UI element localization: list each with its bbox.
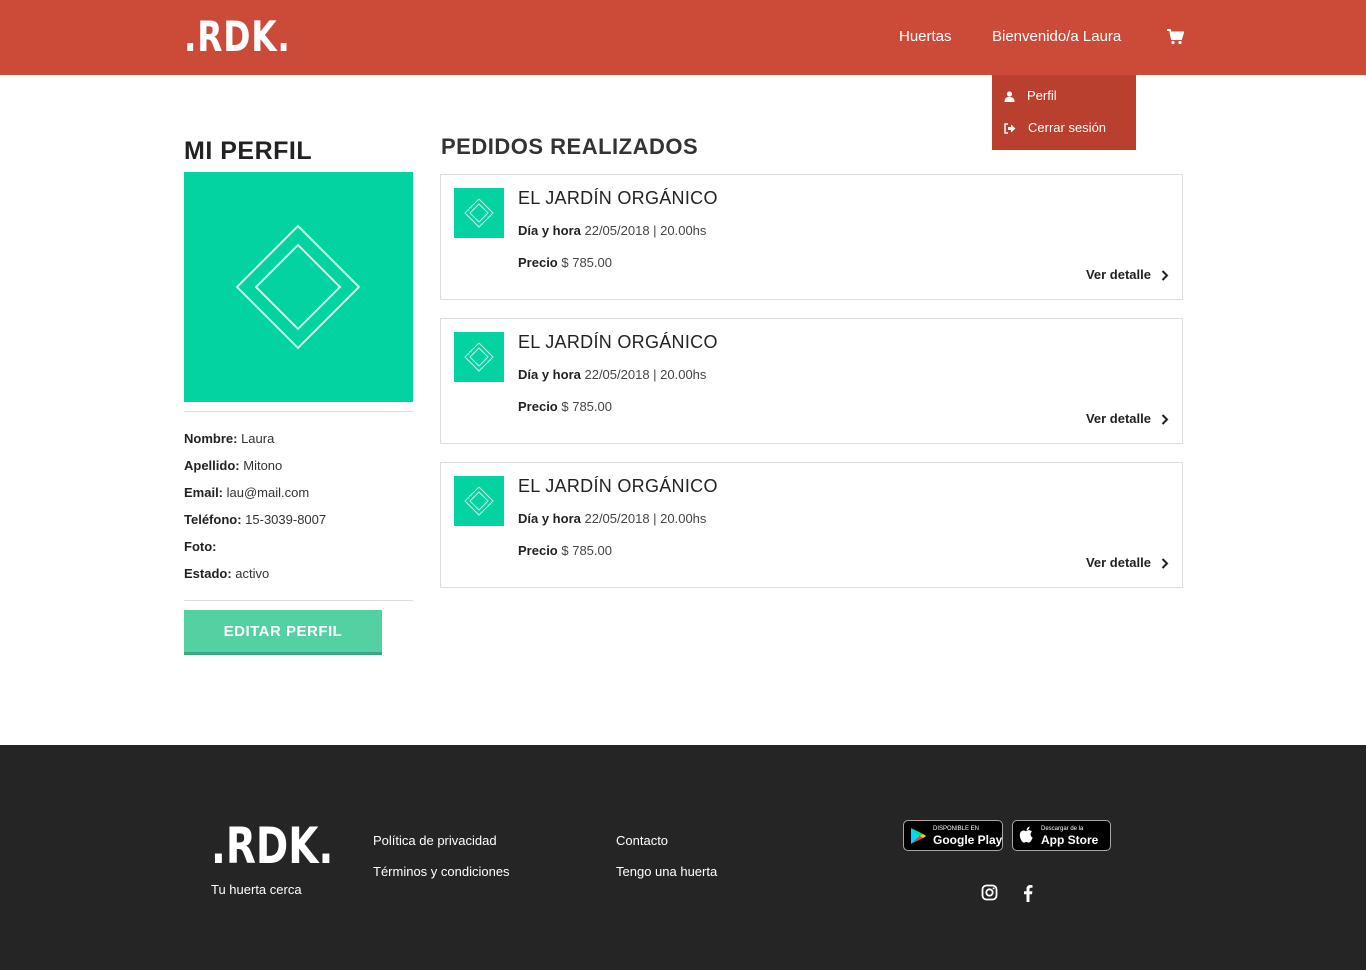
- order-price: Precio $ 785.00: [518, 255, 612, 270]
- order-title: EL JARDÍN ORGÁNICO: [518, 332, 718, 352]
- google-play-icon: [911, 828, 926, 844]
- order-card: EL JARDÍN ORGÁNICO Día y hora 22/05/2018…: [440, 174, 1183, 300]
- contact-link[interactable]: Contacto: [616, 833, 668, 849]
- app-store-badge[interactable]: Descargar de la App Store: [1012, 820, 1111, 851]
- view-detail-link[interactable]: Ver detalle: [1086, 411, 1169, 427]
- order-price: Precio $ 785.00: [518, 543, 612, 558]
- facebook-icon[interactable]: [1020, 884, 1038, 902]
- menu-item-cerrar-sesion[interactable]: Cerrar sesión: [1004, 120, 1106, 136]
- apple-icon: [1019, 826, 1033, 843]
- footer-logo[interactable]: .RDK.: [211, 817, 333, 875]
- instagram-icon[interactable]: [981, 884, 999, 902]
- order-date: Día y hora 22/05/2018 | 20.00hs: [518, 223, 707, 238]
- logout-icon: [1004, 122, 1016, 134]
- terms-link[interactable]: Términos y condiciones: [373, 864, 510, 880]
- orders-heading: PEDIDOS REALIZADOS: [441, 134, 699, 159]
- chevron-right-icon: [1161, 557, 1169, 569]
- user-dropdown-menu: [992, 75, 1136, 150]
- diamond-logo-icon: [464, 486, 494, 516]
- google-play-badge[interactable]: DISPONIBLE EN Google Play: [903, 820, 1003, 851]
- order-card: EL JARDÍN ORGÁNICO Día y hora 22/05/2018…: [440, 462, 1183, 588]
- profile-field-foto: Foto:: [184, 539, 217, 554]
- view-detail-link[interactable]: Ver detalle: [1086, 267, 1169, 283]
- view-detail-link[interactable]: Ver detalle: [1086, 555, 1169, 571]
- chevron-right-icon: [1161, 413, 1169, 425]
- diamond-logo-icon: [464, 342, 494, 372]
- menu-item-label: Cerrar sesión: [1028, 120, 1107, 135]
- profile-field-nombre: Nombre: Laura: [184, 431, 275, 446]
- order-card: EL JARDÍN ORGÁNICO Día y hora 22/05/2018…: [440, 318, 1183, 444]
- user-menu-toggle[interactable]: Bienvenido/a Laura: [992, 27, 1121, 47]
- profile-field-email: Email: lau@mail.com: [184, 485, 310, 500]
- footer: [0, 745, 1366, 970]
- profile-field-apellido: Apellido: Mitono: [184, 458, 283, 473]
- order-title: EL JARDÍN ORGÁNICO: [518, 188, 718, 208]
- own-garden-link[interactable]: Tengo una huerta: [616, 864, 717, 880]
- profile-field-estado: Estado: activo: [184, 566, 270, 581]
- nav-huertas-link[interactable]: Huertas: [899, 27, 952, 47]
- order-thumbnail: [454, 188, 504, 238]
- footer-tagline: Tu huerta cerca: [211, 882, 302, 897]
- menu-item-perfil[interactable]: Perfil: [1004, 88, 1057, 104]
- edit-profile-button[interactable]: EDITAR PERFIL: [184, 610, 382, 655]
- avatar: [184, 172, 413, 402]
- chevron-right-icon: [1161, 269, 1169, 281]
- logo[interactable]: .RDK.: [184, 12, 291, 62]
- menu-item-label: Perfil: [1027, 88, 1057, 103]
- order-thumbnail: [454, 476, 504, 526]
- cart-icon[interactable]: [1166, 28, 1185, 46]
- user-icon: [1004, 90, 1015, 102]
- order-thumbnail: [454, 332, 504, 382]
- order-date: Día y hora 22/05/2018 | 20.00hs: [518, 511, 707, 526]
- profile-field-telefono: Teléfono: 15-3039-8007: [184, 512, 327, 527]
- profile-heading: MI PERFIL: [184, 137, 313, 165]
- diamond-logo-icon: [235, 224, 361, 350]
- diamond-logo-icon: [464, 198, 494, 228]
- order-date: Día y hora 22/05/2018 | 20.00hs: [518, 367, 707, 382]
- divider: [184, 411, 413, 412]
- order-price: Precio $ 785.00: [518, 399, 612, 414]
- privacy-policy-link[interactable]: Política de privacidad: [373, 833, 497, 849]
- order-title: EL JARDÍN ORGÁNICO: [518, 476, 718, 496]
- divider: [184, 600, 413, 601]
